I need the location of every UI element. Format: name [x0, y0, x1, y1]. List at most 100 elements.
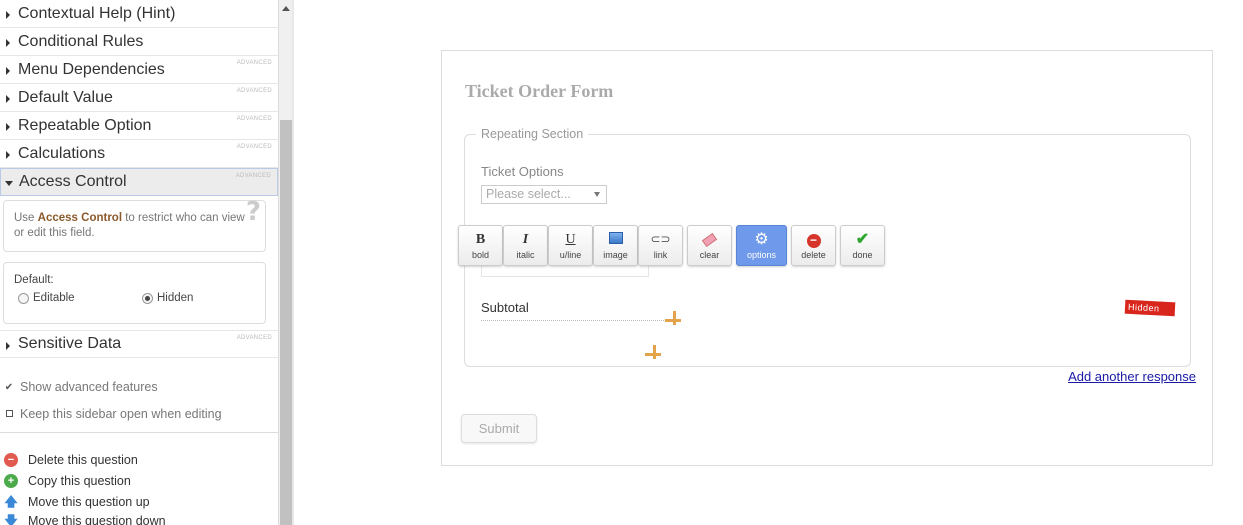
access-control-help: Use Access Control to restrict who can v… [3, 199, 266, 252]
accordion-menu-dependencies[interactable]: Menu Dependencies ADVANCED [0, 56, 278, 84]
link-button[interactable]: ⊂⊃ link [638, 225, 683, 266]
advanced-tag: ADVANCED [235, 173, 271, 179]
format-toolbar: B bold I italic U u/line image ⊂⊃ link c… [458, 225, 885, 266]
delete-button[interactable]: − delete [791, 225, 836, 266]
submit-button[interactable]: Submit [461, 414, 537, 443]
caret-right-icon [6, 39, 10, 47]
button-label: clear [699, 250, 720, 260]
action-label: Copy this question [28, 474, 131, 488]
section-legend: Repeating Section [476, 127, 589, 141]
accordion-label: Sensitive Data [18, 335, 122, 352]
divider [0, 432, 278, 433]
chevron-down-icon [594, 192, 600, 197]
italic-icon: I [522, 232, 529, 247]
accordion-conditional-rules[interactable]: Conditional Rules [0, 28, 278, 56]
access-default-panel: Default: Editable Hidden [3, 262, 266, 324]
sidebar: Contextual Help (Hint) Conditional Rules… [0, 0, 278, 525]
radio-button[interactable] [18, 292, 29, 304]
move-down-action[interactable]: 🡇 Move this question down [4, 513, 166, 525]
accordion-repeatable-option[interactable]: Repeatable Option ADVANCED [0, 112, 278, 140]
scrollbar-thumb[interactable] [280, 120, 292, 525]
advanced-tag: ADVANCED [236, 144, 272, 150]
image-button[interactable]: image [593, 225, 638, 266]
add-another-response-link[interactable]: Add another response [1068, 369, 1196, 384]
radio-hidden[interactable]: Hidden [142, 292, 193, 304]
underline-icon: U [565, 232, 576, 247]
advanced-tag: ADVANCED [236, 60, 272, 66]
ticket-options-label[interactable]: Ticket Options [481, 164, 564, 179]
accordion-contextual-help[interactable]: Contextual Help (Hint) [0, 0, 278, 28]
caret-down-icon [5, 181, 13, 186]
checkmark-icon: ✔ [4, 381, 14, 393]
delete-question-action[interactable]: − Delete this question [4, 453, 138, 467]
minus-circle-icon: − [4, 453, 18, 467]
resize-handle-icon[interactable] [645, 345, 661, 359]
sidebar-divider [292, 0, 294, 525]
form-title[interactable]: Ticket Order Form [465, 81, 613, 102]
help-text-pre: Use [14, 212, 38, 224]
question-mark-icon[interactable]: ? [246, 199, 261, 225]
move-up-action[interactable]: 🡅 Move this question up [4, 494, 150, 510]
accordion-label: Contextual Help (Hint) [18, 4, 176, 22]
options-button[interactable]: ⚙ options [736, 225, 787, 266]
action-label: Delete this question [28, 453, 138, 467]
caret-right-icon [6, 151, 10, 159]
select-placeholder: Please select... [486, 187, 571, 201]
show-advanced-label: Show advanced features [20, 380, 158, 394]
arrow-down-icon: 🡇 [4, 513, 18, 525]
button-label: link [653, 250, 668, 260]
accordion-default-value[interactable]: Default Value ADVANCED [0, 84, 278, 112]
advanced-tag: ADVANCED [236, 88, 272, 94]
show-advanced-toggle[interactable]: ✔ Show advanced features [4, 380, 158, 394]
checkbox-icon [4, 409, 14, 420]
caret-right-icon [6, 67, 10, 75]
ticket-options-select[interactable]: Please select... [481, 185, 607, 204]
radio-label: Editable [33, 292, 75, 304]
action-label: Move this question up [28, 495, 150, 509]
accordion-sensitive-data[interactable]: Sensitive Data ADVANCED [0, 330, 278, 358]
help-text-bold: Access Control [37, 212, 123, 224]
action-label: Move this question down [28, 514, 166, 525]
resize-handle-icon[interactable] [665, 311, 681, 325]
keep-open-toggle[interactable]: Keep this sidebar open when editing [4, 407, 222, 421]
bold-button[interactable]: B bold [458, 225, 503, 266]
advanced-tag: ADVANCED [236, 335, 272, 341]
checkmark-icon: ✔ [855, 231, 870, 248]
arrow-up-icon: 🡅 [4, 494, 18, 509]
button-label: bold [471, 250, 489, 260]
button-label: italic [516, 250, 535, 260]
accordion-calculations[interactable]: Calculations ADVANCED [0, 140, 278, 168]
underline-button[interactable]: U u/line [548, 225, 593, 266]
advanced-tag: ADVANCED [236, 116, 272, 122]
accordion-label: Default Value [18, 88, 113, 106]
scroll-up-arrow-icon[interactable] [282, 6, 290, 11]
minus-circle-icon: − [806, 231, 821, 248]
caret-right-icon [6, 342, 10, 350]
radio-label: Hidden [157, 292, 194, 304]
copy-question-action[interactable]: + Copy this question [4, 474, 131, 488]
radio-button[interactable] [142, 292, 153, 304]
button-label: image [603, 250, 628, 260]
button-label: options [746, 250, 777, 260]
clear-button[interactable]: clear [687, 225, 732, 266]
caret-right-icon [6, 11, 10, 19]
accordion-label: Menu Dependencies [18, 60, 165, 78]
link-icon: ⊂⊃ [650, 232, 671, 246]
button-label: done [852, 250, 873, 260]
sidebar-scrollbar[interactable] [278, 0, 292, 525]
bold-icon: B [475, 232, 486, 247]
gear-icon: ⚙ [754, 231, 769, 248]
button-label: u/line [559, 250, 582, 260]
button-label: delete [801, 250, 826, 260]
keep-open-label: Keep this sidebar open when editing [20, 407, 222, 421]
done-button[interactable]: ✔ done [840, 225, 885, 266]
default-label: Default: [14, 274, 54, 286]
plus-circle-icon: + [4, 474, 18, 488]
eraser-icon [701, 231, 718, 248]
accordion-access-control[interactable]: Access Control ADVANCED [0, 168, 278, 196]
hidden-badge: Hidden [1124, 299, 1176, 317]
subtotal-label[interactable]: Subtotal [481, 300, 529, 315]
accordion-label: Repeatable Option [18, 116, 152, 134]
italic-button[interactable]: I italic [503, 225, 548, 266]
radio-editable[interactable]: Editable [18, 292, 75, 304]
